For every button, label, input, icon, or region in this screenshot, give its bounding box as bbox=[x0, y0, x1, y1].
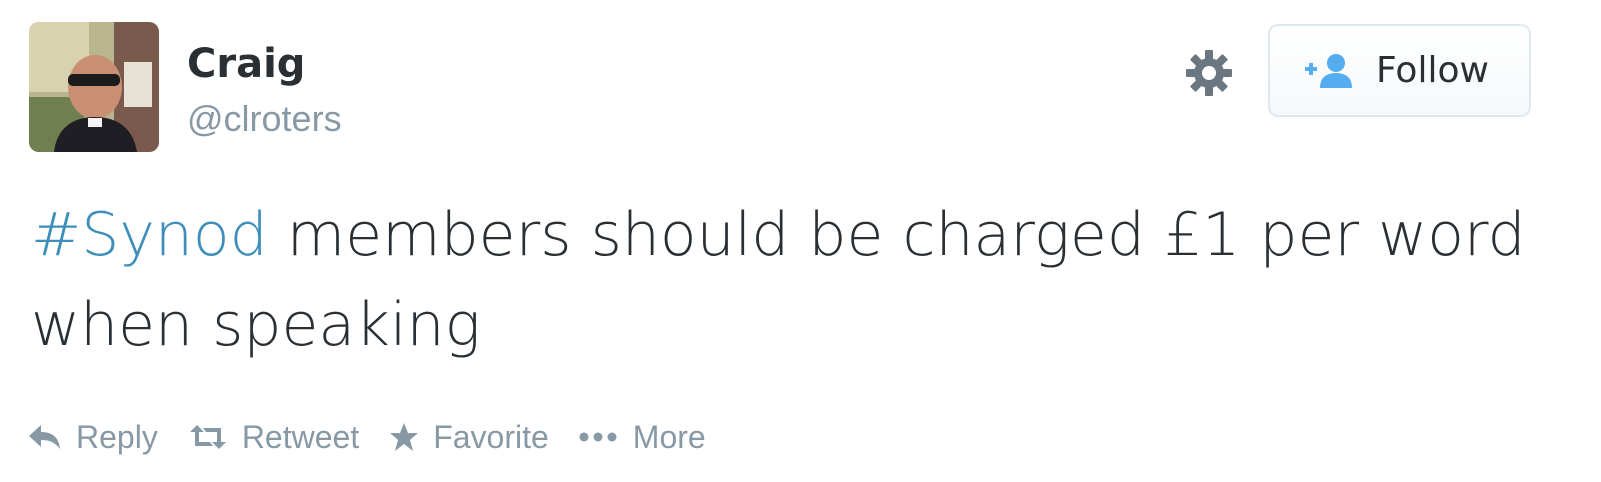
follow-label: Follow bbox=[1376, 50, 1489, 91]
reply-label: Reply bbox=[76, 418, 158, 455]
hashtag-link[interactable]: #Synod bbox=[31, 200, 268, 270]
retweet-icon bbox=[189, 425, 226, 449]
avatar[interactable] bbox=[29, 22, 159, 152]
tweet-text: #Synod members should be charged £1 per … bbox=[31, 190, 1571, 370]
add-user-icon bbox=[1304, 52, 1356, 90]
favorite-label: Favorite bbox=[433, 418, 549, 455]
reply-icon bbox=[29, 425, 60, 449]
reply-button[interactable]: Reply bbox=[28, 419, 158, 456]
retweet-label: Retweet bbox=[241, 418, 360, 455]
more-button[interactable]: More bbox=[579, 419, 706, 456]
retweet-button[interactable]: Retweet bbox=[188, 419, 359, 456]
tweet-actions: Reply Retweet Favorite More bbox=[28, 412, 736, 462]
profile-photo bbox=[29, 22, 159, 152]
user-handle[interactable]: @clroters bbox=[187, 95, 342, 143]
tweet-card: Craig @clroters Follow #Synod members sh… bbox=[0, 0, 1601, 482]
follow-button[interactable]: Follow bbox=[1268, 24, 1531, 117]
more-label: More bbox=[632, 418, 706, 455]
star-icon bbox=[390, 423, 419, 451]
gear-icon[interactable] bbox=[1184, 48, 1234, 98]
more-icon bbox=[579, 432, 617, 442]
favorite-button[interactable]: Favorite bbox=[389, 419, 549, 456]
user-name[interactable]: Craig bbox=[187, 38, 305, 90]
